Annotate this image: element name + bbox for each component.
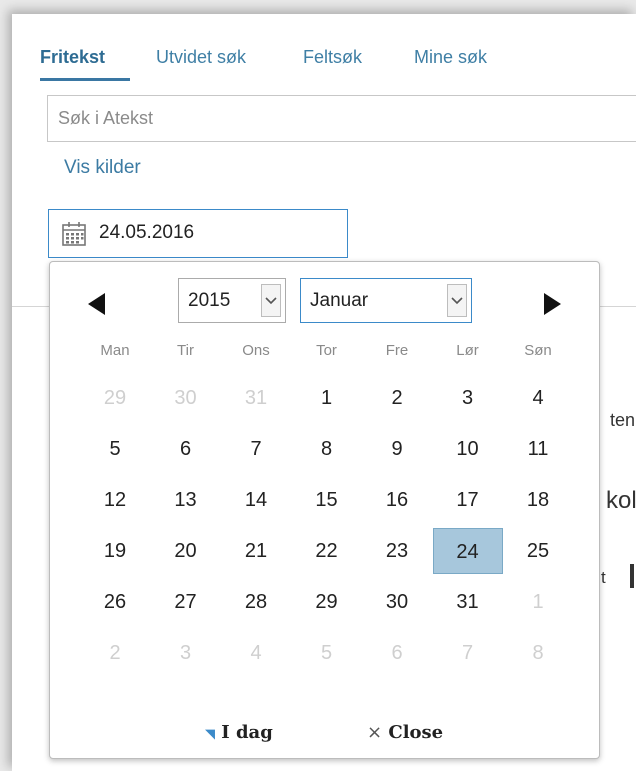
day-cell[interactable]: 10 (433, 426, 503, 472)
day-cell[interactable]: 21 (221, 528, 291, 574)
day-cell[interactable]: 12 (80, 477, 150, 523)
day-cell[interactable]: 3 (433, 375, 503, 421)
weekday-header: Søn (524, 342, 552, 359)
day-cell[interactable]: 30 (362, 579, 432, 625)
calendar-icon (62, 222, 86, 246)
day-cell[interactable]: 1 (292, 375, 362, 421)
year-select[interactable]: 2015 (178, 278, 286, 323)
vis-kilder-link[interactable]: Vis kilder (64, 157, 141, 179)
day-cell[interactable]: 22 (292, 528, 362, 574)
day-cell[interactable]: 7 (221, 426, 291, 472)
today-button[interactable]: ◥ I dag (205, 722, 273, 743)
day-cell[interactable]: 30 (151, 375, 221, 421)
day-cell-selected[interactable]: 24 (432, 528, 503, 574)
background-text-fragment: t (601, 568, 606, 587)
day-cell[interactable]: 29 (80, 375, 150, 421)
day-cell[interactable]: 3 (151, 630, 221, 676)
weekday-header: Lør (456, 342, 479, 359)
close-label: Close (388, 722, 444, 743)
tab-mine-sok[interactable]: Mine søk (414, 47, 487, 68)
chevron-down-icon (261, 284, 281, 317)
prev-month-arrow-icon[interactable] (88, 293, 106, 315)
day-cell[interactable]: 2 (362, 375, 432, 421)
active-tab-indicator (40, 78, 130, 81)
day-cell[interactable]: 5 (292, 630, 362, 676)
day-cell[interactable]: 2 (80, 630, 150, 676)
close-button[interactable]: × Close (367, 722, 443, 743)
day-cell[interactable]: 9 (362, 426, 432, 472)
year-value: 2015 (188, 290, 231, 311)
day-cell[interactable]: 28 (221, 579, 291, 625)
today-icon: ◥ (205, 727, 215, 742)
day-cell[interactable]: 16 (362, 477, 432, 523)
day-cell[interactable]: 13 (151, 477, 221, 523)
today-label: I dag (221, 722, 273, 743)
day-cell[interactable]: 1 (503, 579, 573, 625)
close-icon: × (367, 722, 383, 743)
weekday-header: Man (100, 342, 130, 359)
search-input[interactable] (47, 95, 636, 142)
day-cell[interactable]: 7 (433, 630, 503, 676)
day-cell[interactable]: 25 (503, 528, 573, 574)
day-cell[interactable]: 14 (221, 477, 291, 523)
background-text-fragment: ten (610, 410, 636, 430)
weekday-header: Tir (177, 342, 194, 359)
day-cell[interactable]: 8 (292, 426, 362, 472)
day-cell[interactable]: 6 (151, 426, 221, 472)
date-field[interactable]: 24.05.2016 (48, 209, 348, 258)
day-cell[interactable]: 4 (503, 375, 573, 421)
day-cell[interactable]: 23 (362, 528, 432, 574)
weekday-header: Tor (316, 342, 337, 359)
weekday-header: Ons (242, 342, 270, 359)
day-cell[interactable]: 31 (433, 579, 503, 625)
day-cell[interactable]: 29 (292, 579, 362, 625)
day-cell[interactable]: 6 (362, 630, 432, 676)
search-panel: Fritekst Utvidet søk Feltsøk Mine søk Vi… (12, 14, 636, 771)
tab-feltsok[interactable]: Feltsøk (303, 47, 362, 68)
tab-fritekst[interactable]: Fritekst (40, 47, 105, 68)
tab-utvidet-sok[interactable]: Utvidet søk (156, 47, 246, 68)
day-cell[interactable]: 11 (503, 426, 573, 472)
date-value: 24.05.2016 (99, 222, 195, 243)
day-cell[interactable]: 4 (221, 630, 291, 676)
day-cell[interactable]: 18 (503, 477, 573, 523)
chevron-down-icon (447, 284, 467, 317)
day-cell[interactable]: 19 (80, 528, 150, 574)
day-cell[interactable]: 26 (80, 579, 150, 625)
day-cell[interactable]: 31 (221, 375, 291, 421)
day-cell[interactable]: 15 (292, 477, 362, 523)
day-cell[interactable]: 17 (433, 477, 503, 523)
background-text-fragment (630, 564, 634, 588)
day-cell[interactable]: 20 (151, 528, 221, 574)
weekday-header: Fre (385, 342, 409, 359)
month-value: Januar (310, 290, 369, 311)
day-cell[interactable]: 27 (151, 579, 221, 625)
month-select[interactable]: Januar (300, 278, 472, 323)
background-text-fragment: kol (606, 487, 636, 514)
tab-bar: Fritekst Utvidet søk Feltsøk Mine søk (12, 14, 636, 74)
day-cell[interactable]: 8 (503, 630, 573, 676)
next-month-arrow-icon[interactable] (544, 293, 562, 315)
day-cell[interactable]: 5 (80, 426, 150, 472)
datepicker-popup: 2015 Januar Man Tir Ons Tor Fre Lør Søn 29 30 31 1… (49, 261, 600, 759)
